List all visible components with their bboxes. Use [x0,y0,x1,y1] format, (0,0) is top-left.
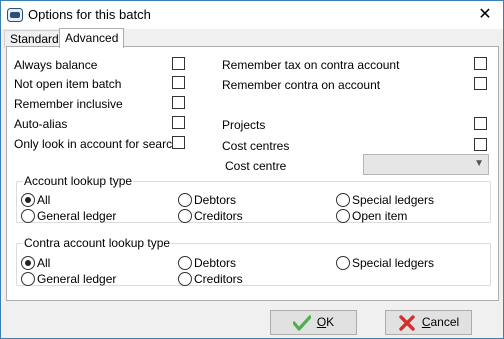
account-lookup-debtors-label: Debtors [194,193,237,207]
ok-label: K [326,315,335,329]
projects-label: Projects [222,118,266,132]
account-lookup-general-ledger-label: General ledger [37,209,117,223]
projects-checkbox[interactable] [474,117,487,130]
account-lookup-all-radio[interactable] [21,193,35,207]
title-bar: Options for this batch ✕ [1,1,503,29]
remember-contra-checkbox[interactable] [474,77,487,90]
contra-lookup-debtors-radio[interactable] [178,256,192,270]
checkmark-icon [292,315,311,331]
account-lookup-creditors-label: Creditors [194,209,243,223]
remember-inclusive-checkbox[interactable] [172,96,185,109]
not-open-item-batch-label: Not open item batch [14,77,122,91]
account-lookup-debtors-radio[interactable] [178,193,192,207]
account-lookup-all-label: All [37,193,51,207]
account-lookup-open-item-label: Open item [352,209,408,223]
account-lookup-open-item-radio[interactable] [336,209,350,223]
cost-centres-label: Cost centres [222,139,290,153]
account-lookup-legend: Account lookup type [24,174,133,188]
remember-tax-label: Remember tax on contra account [222,58,400,72]
ok-button[interactable]: OK [270,310,357,335]
contra-lookup-general-ledger-label: General ledger [37,272,117,286]
always-balance-checkbox[interactable] [172,57,185,70]
only-look-in-account-label: Only look in account for search [14,137,179,151]
contra-lookup-debtors-label: Debtors [194,256,237,270]
cost-centre-label: Cost centre [225,159,287,173]
advanced-panel: Always balance Not open item batch Remem… [6,46,499,301]
cancel-x-icon [399,315,415,331]
contra-lookup-all-radio[interactable] [21,256,35,270]
remember-contra-label: Remember contra on account [222,78,381,92]
cancel-label: ancel [430,315,460,329]
cost-centres-checkbox[interactable] [474,138,487,151]
contra-lookup-general-ledger-radio[interactable] [21,272,35,286]
close-icon[interactable]: ✕ [475,5,495,25]
account-lookup-special-ledgers-label: Special ledgers [352,193,435,207]
auto-alias-checkbox[interactable] [172,116,185,129]
not-open-item-batch-checkbox[interactable] [172,76,185,89]
contra-lookup-legend: Contra account lookup type [24,236,171,250]
cancel-button[interactable]: Cancel [385,310,472,335]
account-lookup-general-ledger-radio[interactable] [21,209,35,223]
tab-advanced[interactable]: Advanced [59,28,125,48]
cost-centre-select[interactable]: ▼ [363,154,489,175]
contra-lookup-special-ledgers-radio[interactable] [336,256,350,270]
always-balance-label: Always balance [14,58,98,72]
window-title: Options for this batch [28,7,151,22]
app-icon [7,8,23,22]
auto-alias-label: Auto-alias [14,117,68,131]
only-look-in-account-checkbox[interactable] [172,136,185,149]
ok-label-accel: O [316,315,327,329]
options-dialog: Options for this batch ✕ Standard Advanc… [0,0,504,339]
chevron-down-icon: ▼ [474,158,484,169]
contra-lookup-creditors-radio[interactable] [178,272,192,286]
contra-lookup-special-ledgers-label: Special ledgers [352,256,435,270]
account-lookup-creditors-radio[interactable] [178,209,192,223]
contra-lookup-creditors-label: Creditors [194,272,243,286]
remember-inclusive-label: Remember inclusive [14,97,123,111]
remember-tax-checkbox[interactable] [474,57,487,70]
contra-lookup-all-label: All [37,256,51,270]
account-lookup-special-ledgers-radio[interactable] [336,193,350,207]
